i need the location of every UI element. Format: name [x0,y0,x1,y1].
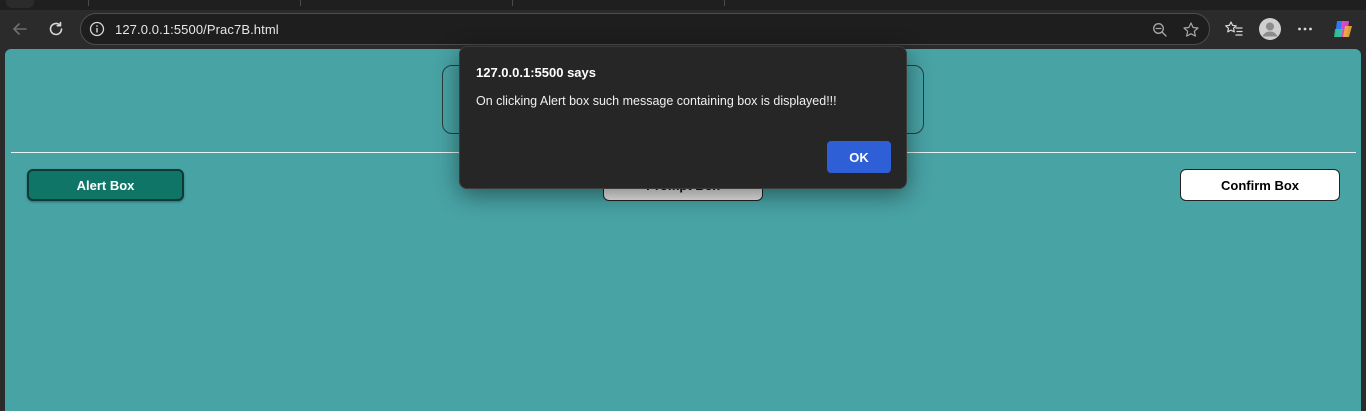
favorite-star-icon [1183,22,1199,37]
tab-active-remnant[interactable] [6,0,34,8]
ok-button[interactable]: OK [827,141,891,173]
zoom-out-button[interactable] [1150,20,1170,40]
tab-separator [88,0,89,6]
reload-button[interactable] [42,15,70,43]
tab-strip [0,0,1366,10]
favorites-list-button[interactable] [1221,16,1247,42]
favorite-star-button[interactable] [1181,20,1201,40]
browser-toolbar: 127.0.0.1:5500/Prac7B.html [0,10,1366,48]
alert-dialog: 127.0.0.1:5500 says On clicking Alert bo… [459,46,907,189]
alert-box-button[interactable]: Alert Box [27,169,184,201]
dialog-message: On clicking Alert box such message conta… [476,94,837,108]
address-bar[interactable]: 127.0.0.1:5500/Prac7B.html [80,13,1210,45]
tab-separator [724,0,725,6]
profile-button[interactable] [1257,16,1283,42]
tab-separator [300,0,301,6]
reload-icon [49,21,63,36]
tab-separator [512,0,513,6]
url-text[interactable]: 127.0.0.1:5500/Prac7B.html [115,22,279,37]
info-icon[interactable] [89,21,105,37]
back-icon [13,23,27,35]
zoom-out-icon [1153,23,1167,37]
favorites-list-icon [1225,21,1243,36]
copilot-icon [1334,21,1352,37]
tab-bar-gap [934,0,1146,8]
back-button[interactable] [6,15,34,43]
more-menu-button[interactable] [1292,16,1318,42]
profile-avatar [1259,18,1281,40]
dialog-title: 127.0.0.1:5500 says [476,65,596,80]
confirm-box-button[interactable]: Confirm Box [1180,169,1340,201]
more-menu-icon [1298,27,1312,31]
copilot-button[interactable] [1330,16,1356,42]
